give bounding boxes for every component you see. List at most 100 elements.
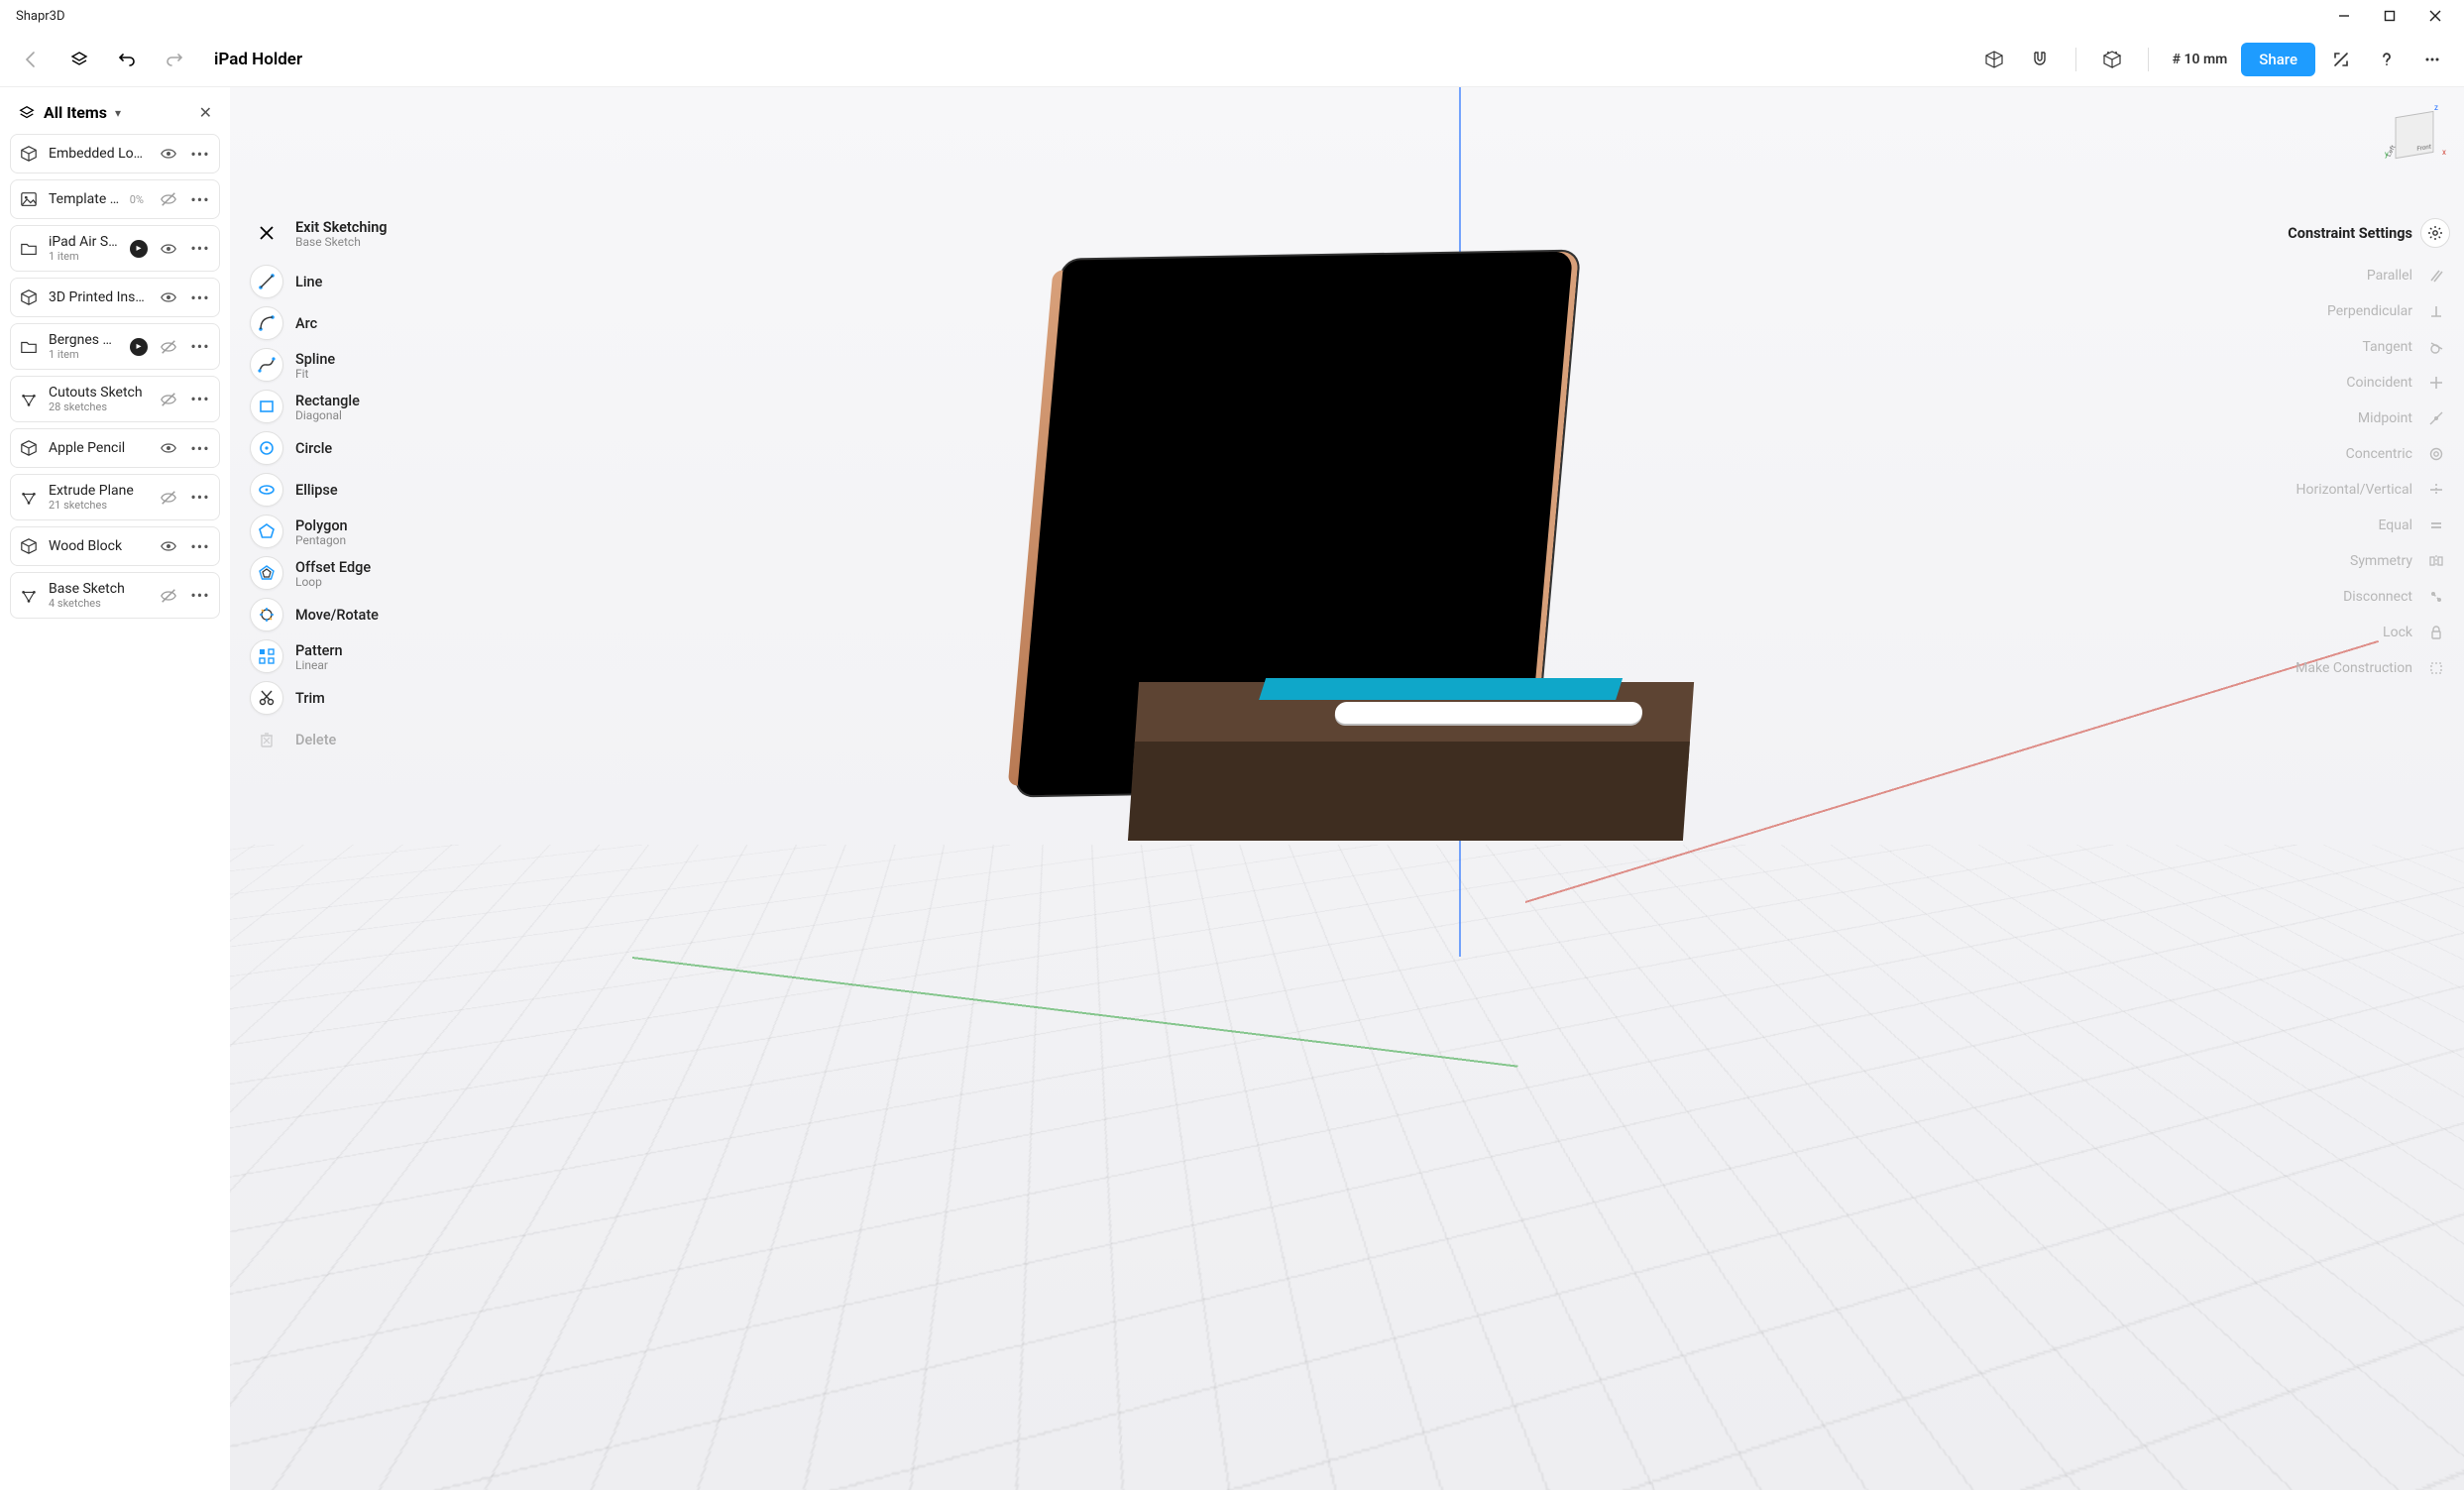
item-visibility-toggle[interactable] xyxy=(158,389,179,410)
sketch-tool-spline[interactable]: SplineFit xyxy=(246,346,392,384)
item-label: Cutouts Sketch xyxy=(49,385,148,401)
items-panel-title-button[interactable]: All Items ▾ xyxy=(18,103,121,122)
item-visibility-toggle[interactable] xyxy=(158,188,179,210)
constraint-disconnect[interactable]: Disconnect xyxy=(2262,579,2450,615)
sketch-tool-sub: Diagonal xyxy=(295,409,360,421)
item-row-9[interactable]: Base Sketch4 sketches••• xyxy=(10,572,220,619)
constraint-hv[interactable]: Horizontal/Vertical xyxy=(2262,472,2450,508)
item-type-icon xyxy=(19,337,39,357)
item-more-button[interactable]: ••• xyxy=(189,439,211,458)
item-more-button[interactable]: ••• xyxy=(189,390,211,408)
item-expand-button[interactable]: ▸ xyxy=(130,338,148,356)
sketch-tool-line[interactable]: Line xyxy=(246,263,392,300)
item-label: iPad Air SLDP… xyxy=(49,234,120,250)
sketch-tool-label: Circle xyxy=(295,440,332,457)
sketch-tool-move[interactable]: Move/Rotate xyxy=(246,596,392,633)
constraints-panel: Constraint Settings ParallelPerpendicula… xyxy=(2262,218,2450,686)
item-row-3[interactable]: 3D Printed Insert••• xyxy=(10,278,220,317)
appearance-icon[interactable] xyxy=(2092,40,2132,79)
sketch-tool-rectangle[interactable]: RectangleDiagonal xyxy=(246,388,392,425)
fullscreen-icon[interactable] xyxy=(2321,40,2361,79)
exit-sketching-label: Exit Sketching xyxy=(295,219,388,236)
item-expand-button[interactable]: ▸ xyxy=(130,240,148,258)
item-visibility-toggle[interactable] xyxy=(158,585,179,607)
circle-icon xyxy=(250,431,283,465)
arc-icon xyxy=(250,306,283,340)
sketch-tool-polygon[interactable]: PolygonPentagon xyxy=(246,513,392,550)
item-visibility-toggle[interactable] xyxy=(158,487,179,509)
layers-icon[interactable] xyxy=(59,40,99,79)
item-more-button[interactable]: ••• xyxy=(189,288,211,307)
close-panel-button[interactable]: ✕ xyxy=(199,103,212,122)
constraint-construction[interactable]: Make Construction xyxy=(2262,650,2450,686)
item-row-0[interactable]: Embedded Logo••• xyxy=(10,134,220,173)
sketch-tool-label: Arc xyxy=(295,315,317,332)
item-row-7[interactable]: Extrude Plane21 sketches••• xyxy=(10,474,220,520)
item-row-5[interactable]: Cutouts Sketch28 sketches ••• xyxy=(10,376,220,422)
equal-icon xyxy=(2422,512,2450,539)
item-type-icon xyxy=(19,287,39,307)
constraint-symmetry[interactable]: Symmetry xyxy=(2262,543,2450,579)
project-name[interactable]: iPad Holder xyxy=(214,50,302,69)
help-icon[interactable] xyxy=(2367,40,2407,79)
constraint-label: Symmetry xyxy=(2350,553,2412,569)
item-label: Template Ima… xyxy=(49,191,120,207)
window-minimize-button[interactable] xyxy=(2321,0,2367,32)
sketch-tool-trim[interactable]: Trim xyxy=(246,679,392,717)
constraint-perpendicular[interactable]: Perpendicular xyxy=(2262,293,2450,329)
constraints-settings-button[interactable] xyxy=(2420,218,2450,248)
constraint-tangent[interactable]: Tangent xyxy=(2262,329,2450,365)
constraint-lock[interactable]: Lock xyxy=(2262,615,2450,650)
construction-icon xyxy=(2422,654,2450,682)
item-row-1[interactable]: Template Ima…0%••• xyxy=(10,179,220,219)
more-icon[interactable] xyxy=(2412,40,2452,79)
item-more-button[interactable]: ••• xyxy=(189,145,211,164)
sketch-tool-label: Move/Rotate xyxy=(295,607,379,624)
item-more-button[interactable]: ••• xyxy=(189,488,211,507)
redo-button[interactable] xyxy=(155,40,194,79)
view-cube[interactable]: z Front Left x y xyxy=(2387,107,2442,163)
item-visibility-toggle[interactable] xyxy=(158,287,179,308)
sketch-tool-arc[interactable]: Arc xyxy=(246,304,392,342)
item-visibility-toggle[interactable] xyxy=(158,535,179,557)
constraint-midpoint[interactable]: Midpoint xyxy=(2262,401,2450,436)
item-sub: 21 sketches xyxy=(49,499,148,512)
undo-button[interactable] xyxy=(107,40,147,79)
grid-size-label[interactable]: # 10 mm xyxy=(2165,52,2236,67)
spline-icon xyxy=(250,348,283,382)
share-button[interactable]: Share xyxy=(2241,43,2315,76)
item-more-button[interactable]: ••• xyxy=(189,537,211,556)
item-row-8[interactable]: Wood Block••• xyxy=(10,526,220,566)
window-maximize-button[interactable] xyxy=(2367,0,2412,32)
view-cube-x: x xyxy=(2442,148,2446,157)
sketch-tool-circle[interactable]: Circle xyxy=(246,429,392,467)
sketch-tool-offset[interactable]: Offset EdgeLoop xyxy=(246,554,392,592)
sketch-tool-pattern[interactable]: PatternLinear xyxy=(246,637,392,675)
item-row-4[interactable]: Bergnes Sam…1 item▸••• xyxy=(10,323,220,370)
constraint-coincident[interactable]: Coincident xyxy=(2262,365,2450,401)
viewport-3d[interactable]: z Front Left x y xyxy=(230,87,2464,1490)
item-more-button[interactable]: ••• xyxy=(189,190,211,209)
magnet-icon[interactable] xyxy=(2020,40,2060,79)
window-close-button[interactable] xyxy=(2412,0,2458,32)
item-more-button[interactable]: ••• xyxy=(189,337,211,356)
item-more-button[interactable]: ••• xyxy=(189,239,211,258)
item-visibility-toggle[interactable] xyxy=(158,336,179,358)
item-sub: 28 sketches xyxy=(49,401,148,413)
constraint-parallel[interactable]: Parallel xyxy=(2262,258,2450,293)
item-row-6[interactable]: Apple Pencil••• xyxy=(10,428,220,468)
sketch-tool-label: Rectangle xyxy=(295,393,360,409)
item-visibility-toggle[interactable] xyxy=(158,143,179,165)
constraint-concentric[interactable]: Concentric xyxy=(2262,436,2450,472)
item-more-button[interactable]: ••• xyxy=(189,586,211,605)
constraint-equal[interactable]: Equal xyxy=(2262,508,2450,543)
constraint-label: Concentric xyxy=(2346,446,2412,462)
sketch-tool-delete[interactable]: Delete xyxy=(246,721,392,758)
isometric-view-icon[interactable] xyxy=(1974,40,2014,79)
exit-sketching-button[interactable]: Exit Sketching Base Sketch xyxy=(246,214,392,252)
item-visibility-toggle[interactable] xyxy=(158,238,179,260)
sketch-tool-ellipse[interactable]: Ellipse xyxy=(246,471,392,509)
item-visibility-toggle[interactable] xyxy=(158,437,179,459)
back-button[interactable] xyxy=(12,40,52,79)
item-row-2[interactable]: iPad Air SLDP…1 item▸••• xyxy=(10,225,220,272)
